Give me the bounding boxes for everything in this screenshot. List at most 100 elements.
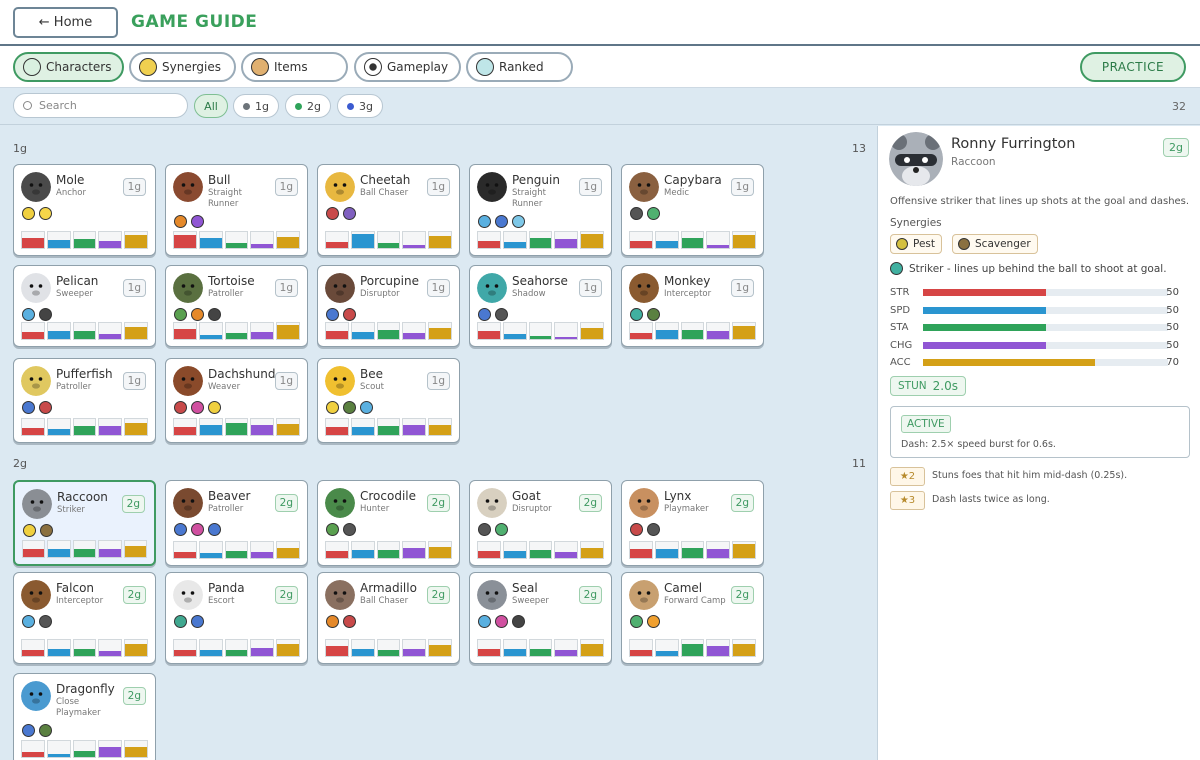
- synergy-chip-scavenger[interactable]: Scavenger: [952, 234, 1038, 254]
- character-card-raccoon[interactable]: Raccoon Striker 2g: [13, 480, 156, 566]
- tab-characters[interactable]: Characters: [13, 52, 124, 82]
- synergy-icon: [22, 308, 35, 321]
- stat-fill: [655, 240, 678, 248]
- stat-fill: [199, 649, 222, 656]
- tab-ranked[interactable]: Ranked: [466, 52, 573, 82]
- stat-fill: [429, 546, 451, 558]
- stat-fill: [326, 241, 348, 248]
- character-card-mole[interactable]: Mole Anchor 1g: [13, 164, 156, 256]
- stat-fill: [923, 306, 1046, 314]
- stat-fill: [124, 545, 147, 557]
- stat-bars: [477, 541, 604, 559]
- filter-all[interactable]: All: [194, 94, 228, 118]
- stat-value: 50: [1166, 287, 1179, 298]
- stat-bar: [629, 322, 653, 340]
- filter-3g[interactable]: 3g: [337, 94, 383, 118]
- stat-bar: [706, 541, 731, 559]
- character-card-bull[interactable]: Bull Straight Runner 1g: [165, 164, 308, 256]
- stat-fill: [225, 423, 248, 435]
- stat-fill: [73, 751, 96, 757]
- stat-bar: [198, 418, 223, 436]
- character-name: Lynx: [664, 489, 692, 503]
- filter-1g[interactable]: 1g: [233, 94, 279, 118]
- character-card-seahorse[interactable]: Seahorse Shadow 1g: [469, 265, 612, 347]
- stat-fill: [478, 240, 500, 248]
- stat-fill: [403, 648, 426, 656]
- character-card-penguin[interactable]: Penguin Straight Runner 1g: [469, 164, 612, 256]
- character-list[interactable]: 1g 13 Mole Anchor 1g Bull Straight Runner 1g Che…: [0, 126, 877, 760]
- result-count: 32: [1172, 100, 1186, 113]
- tab-synergies[interactable]: Synergies: [129, 52, 236, 82]
- stat-bar: [680, 541, 705, 559]
- items-icon: [251, 58, 269, 76]
- character-card-armadillo[interactable]: Armadillo Ball Chaser 2g: [317, 572, 460, 664]
- stat-bar: [732, 541, 756, 559]
- character-card-pelican[interactable]: Pelican Sweeper 1g: [13, 265, 156, 347]
- stat-bar: [376, 322, 401, 340]
- character-card-monkey[interactable]: Monkey Interceptor 1g: [621, 265, 764, 347]
- synergy-icon: [478, 523, 491, 536]
- stat-fill: [225, 243, 248, 248]
- gold-cost-badge: 1g: [274, 279, 298, 297]
- stat-bar: [98, 540, 122, 558]
- stat-fill: [277, 236, 299, 248]
- character-role: Patroller: [56, 382, 92, 392]
- character-card-pufferfish[interactable]: Pufferfish Patroller 1g: [13, 358, 156, 443]
- gold-cost-badge: 2g: [122, 687, 146, 705]
- character-card-dragonfly[interactable]: Dragonfly Close Playmaker 2g: [13, 673, 156, 760]
- stat-fill: [326, 427, 348, 435]
- character-card-tortoise[interactable]: Tortoise Patroller 1g: [165, 265, 308, 347]
- stat-bar: [325, 231, 349, 249]
- synergy-icon: [343, 615, 356, 628]
- striker-icon: [890, 262, 903, 275]
- character-card-beaver[interactable]: Beaver Patroller 2g: [165, 480, 308, 566]
- synergy-icon: [495, 523, 508, 536]
- stat-fill: [403, 244, 426, 248]
- stat-track: [923, 306, 1168, 314]
- stun-badge: STUN 2.0s: [890, 376, 966, 396]
- stat-fill: [733, 644, 755, 656]
- character-card-bee[interactable]: Bee Scout 1g: [317, 358, 460, 443]
- synergy-icon: [208, 401, 221, 414]
- gold-cost-badge: 1g: [426, 279, 450, 297]
- tab-items[interactable]: Items: [241, 52, 348, 82]
- character-card-dachshund[interactable]: Dachshund Weaver 1g: [165, 358, 308, 443]
- mole-portrait: [21, 172, 51, 202]
- character-card-lynx[interactable]: Lynx Playmaker 2g: [621, 480, 764, 566]
- character-card-goat[interactable]: Goat Disruptor 2g: [469, 480, 612, 566]
- character-card-panda[interactable]: Panda Escort 2g: [165, 572, 308, 664]
- synergy-chip-pest[interactable]: Pest: [890, 234, 943, 254]
- stat-bars: [325, 231, 452, 249]
- stat-bar: [124, 322, 148, 340]
- character-role: Medic: [664, 188, 689, 198]
- home-button[interactable]: ← Home: [13, 7, 118, 38]
- character-card-camel[interactable]: Camel Forward Camp 2g: [621, 572, 764, 664]
- character-name: Beaver: [208, 489, 251, 503]
- character-card-cheetah[interactable]: Cheetah Ball Chaser 1g: [317, 164, 460, 256]
- stat-fill: [174, 329, 196, 339]
- stat-bar: [98, 322, 123, 340]
- filter-2g[interactable]: 2g: [285, 94, 331, 118]
- search-input[interactable]: [13, 93, 188, 118]
- character-name: Porcupine: [360, 274, 419, 288]
- top-bar: ← Home GAME GUIDE: [0, 0, 1200, 46]
- filter-label: All: [204, 99, 218, 113]
- gold-cost-badge: 1g: [578, 178, 602, 196]
- tab-gameplay[interactable]: Gameplay: [354, 52, 461, 82]
- star-upgrade-2: ★2 Stuns foes that hit him mid-dash (0.2…: [890, 467, 1190, 487]
- character-card-falcon[interactable]: Falcon Interceptor 2g: [13, 572, 156, 664]
- synergy-icon: [174, 523, 187, 536]
- practice-button[interactable]: PRACTICE: [1080, 52, 1186, 82]
- stat-bar: [554, 231, 579, 249]
- character-card-seal[interactable]: Seal Sweeper 2g: [469, 572, 612, 664]
- stat-bar: [198, 322, 223, 340]
- synergy-icons: [630, 615, 660, 628]
- character-card-capybara[interactable]: Capybara Medic 1g: [621, 164, 764, 256]
- gold-cost-badge: 2g: [578, 586, 602, 604]
- stat-bar: [428, 418, 452, 436]
- character-card-porcupine[interactable]: Porcupine Disruptor 1g: [317, 265, 460, 347]
- stat-bar: [325, 418, 349, 436]
- character-card-crocodile[interactable]: Crocodile Hunter 2g: [317, 480, 460, 566]
- stat-bar: [198, 231, 223, 249]
- stat-bar: [250, 541, 275, 559]
